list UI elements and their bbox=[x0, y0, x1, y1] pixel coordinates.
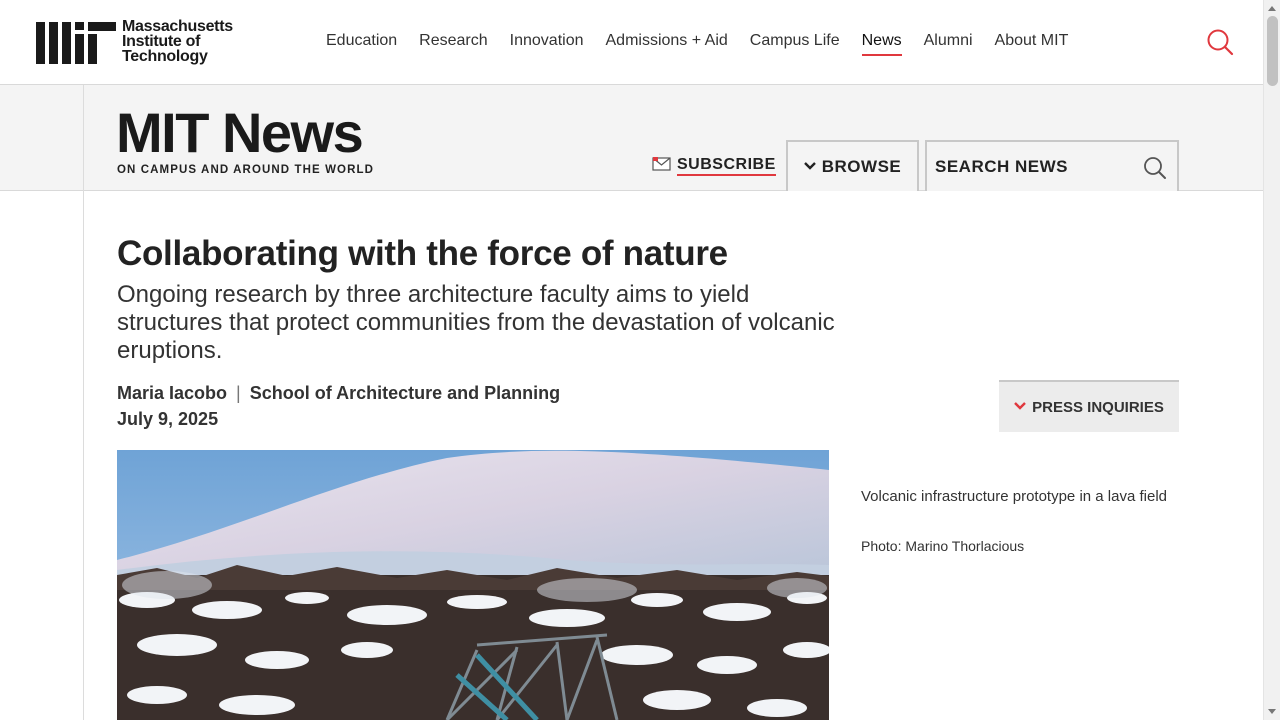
department-link[interactable]: School of Architecture and Planning bbox=[250, 383, 560, 403]
chevron-down-icon bbox=[1014, 398, 1026, 416]
main-nav: Education Research Innovation Admissions… bbox=[326, 32, 1090, 56]
mit-logo-wordmark: Massachusetts Institute of Technology bbox=[122, 18, 233, 65]
subscribe-link[interactable]: SUBSCRIBE bbox=[652, 156, 776, 176]
logo-line: Technology bbox=[122, 48, 208, 65]
article-byline: Maria Iacobo | School of Architecture an… bbox=[117, 383, 560, 404]
browse-button[interactable]: BROWSE bbox=[786, 140, 919, 191]
press-inquiries-button[interactable]: PRESS INQUIRIES bbox=[999, 380, 1179, 432]
news-tagline: ON CAMPUS AND AROUND THE WORLD bbox=[117, 164, 375, 176]
publish-date: July 9, 2025 bbox=[117, 409, 219, 429]
author-link[interactable]: Maria Iacobo bbox=[117, 383, 227, 403]
article-headline: Collaborating with the force of nature bbox=[117, 234, 728, 273]
article-dek: Ongoing research by three architecture f… bbox=[117, 281, 835, 364]
global-header: Massachusetts Institute of Technology Ed… bbox=[0, 0, 1263, 85]
nav-campus-life[interactable]: Campus Life bbox=[750, 32, 840, 56]
scrollbar-thumb[interactable] bbox=[1267, 16, 1278, 86]
nav-alumni[interactable]: Alumni bbox=[924, 32, 973, 56]
mit-logo[interactable]: Massachusetts Institute of Technology bbox=[36, 18, 233, 65]
browse-label: BROWSE bbox=[821, 156, 902, 176]
logo-line: Massachusetts bbox=[122, 18, 233, 35]
nav-admissions-aid[interactable]: Admissions + Aid bbox=[606, 32, 728, 56]
subscribe-label: SUBSCRIBE bbox=[677, 156, 776, 176]
envelope-icon bbox=[652, 156, 671, 176]
search-icon[interactable] bbox=[1205, 27, 1235, 57]
scroll-up-arrow-icon[interactable] bbox=[1268, 6, 1276, 11]
page-scrollbar[interactable] bbox=[1263, 0, 1280, 720]
nav-research[interactable]: Research bbox=[419, 32, 487, 56]
mit-logo-mark bbox=[36, 20, 116, 64]
search-news-box[interactable] bbox=[925, 140, 1179, 191]
image-credit: Photo: Marino Thorlacious bbox=[861, 538, 1025, 554]
left-divider bbox=[83, 85, 84, 720]
chevron-down-icon bbox=[803, 158, 816, 176]
image-caption: Volcanic infrastructure prototype in a l… bbox=[861, 488, 1167, 505]
news-title[interactable]: MIT News bbox=[116, 105, 364, 161]
nav-about-mit[interactable]: About MIT bbox=[995, 32, 1069, 56]
news-section-header: MIT News ON CAMPUS AND AROUND THE WORLD … bbox=[0, 85, 1263, 191]
scroll-down-arrow-icon[interactable] bbox=[1268, 709, 1276, 714]
search-icon[interactable] bbox=[1142, 155, 1168, 181]
search-news-input[interactable] bbox=[935, 155, 1135, 179]
press-inquiries-label: PRESS INQUIRIES bbox=[1032, 398, 1164, 416]
nav-news[interactable]: News bbox=[861, 32, 902, 56]
nav-innovation[interactable]: Innovation bbox=[510, 32, 584, 56]
article-hero-image[interactable] bbox=[117, 450, 829, 720]
logo-line: Institute of bbox=[122, 33, 201, 50]
byline-separator: | bbox=[236, 383, 241, 403]
nav-education[interactable]: Education bbox=[326, 32, 397, 56]
